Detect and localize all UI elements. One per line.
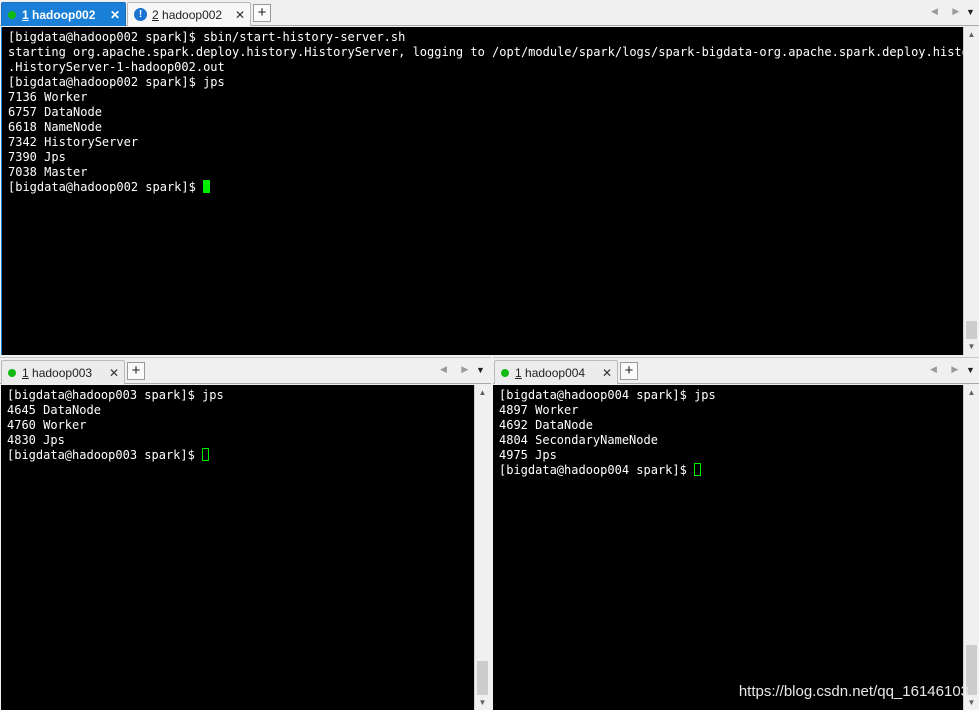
left-vertical-scrollbar[interactable]: ▲ ▼: [474, 385, 490, 710]
tab-label: 2 hadoop002: [152, 7, 223, 22]
tab-scroll-arrows[interactable]: ◀ ▶: [440, 364, 474, 375]
left-tab-bar: 1 hadoop003 ✕ + ◀ ▶ ▼: [0, 358, 491, 384]
terminal-hadoop003[interactable]: [bigdata@hadoop003 spark]$ jps 4645 Data…: [1, 385, 474, 710]
terminal-line: 4645 DataNode: [7, 403, 101, 417]
close-tab-icon[interactable]: ✕: [233, 8, 247, 22]
terminal-prompt: [bigdata@hadoop003 spark]$: [7, 448, 203, 462]
info-warning-icon: !: [134, 8, 147, 21]
terminal-cursor: [694, 463, 702, 476]
tab-hadoop002-2[interactable]: ! 2 hadoop002 ✕: [127, 2, 251, 26]
right-vertical-scrollbar[interactable]: ▲ ▼: [963, 385, 979, 710]
terminal-prompt: [bigdata@hadoop004 spark]$: [499, 463, 695, 477]
right-pane: 1 hadoop004 ✕ + ◀ ▶ ▼ [bigdata@hadoop004…: [493, 357, 979, 710]
terminal-line: [bigdata@hadoop004 spark]$ jps: [499, 388, 716, 402]
terminal-line: [bigdata@hadoop002 spark]$ jps: [8, 75, 225, 89]
terminal-line: 4897 Worker: [499, 403, 579, 417]
tab-label: 1 hadoop003: [22, 365, 93, 380]
terminal-line: 4760 Worker: [7, 418, 87, 432]
terminal-cursor: [203, 180, 211, 193]
tab-menu-chevron-icon[interactable]: ▼: [966, 7, 975, 17]
right-tab-bar: 1 hadoop004 ✕ + ◀ ▶ ▼: [493, 358, 979, 384]
tab-hadoop004[interactable]: 1 hadoop004 ✕: [494, 360, 618, 384]
tab-scroll-arrows[interactable]: ◀ ▶: [931, 6, 965, 17]
terminal-output: [bigdata@hadoop003 spark]$ jps 4645 Data…: [1, 385, 474, 463]
tab-scroll-arrows[interactable]: ◀ ▶: [930, 364, 964, 375]
top-pane: 1 hadoop002 ✕ ! 2 hadoop002 ✕ + ◀ ▶ ▼ [b…: [0, 0, 979, 356]
close-tab-icon[interactable]: ✕: [600, 366, 614, 380]
close-tab-icon[interactable]: ✕: [107, 366, 121, 380]
top-tab-bar: 1 hadoop002 ✕ ! 2 hadoop002 ✕ + ◀ ▶ ▼: [0, 0, 979, 26]
watermark: https://blog.csdn.net/qq_16146103: [738, 683, 969, 700]
terminal-hadoop004[interactable]: [bigdata@hadoop004 spark]$ jps 4897 Work…: [493, 385, 963, 710]
connected-status-icon: [8, 10, 16, 19]
tab-label: 1 hadoop004: [515, 365, 586, 380]
add-tab-button[interactable]: +: [253, 4, 271, 22]
terminal-hadoop002[interactable]: [bigdata@hadoop002 spark]$ sbin/start-hi…: [1, 27, 963, 355]
scroll-down-icon[interactable]: ▼: [964, 339, 979, 355]
scroll-up-icon[interactable]: ▲: [964, 27, 979, 43]
terminal-line: 7136 Worker: [8, 90, 88, 104]
terminal-line: 7390 Jps: [8, 150, 66, 164]
top-vertical-scrollbar[interactable]: ▲ ▼: [963, 27, 979, 355]
scroll-thumb[interactable]: [477, 661, 488, 695]
terminal-line: starting org.apache.spark.deploy.history…: [8, 45, 963, 59]
connected-status-icon: [8, 368, 16, 377]
tab-menu-chevron-icon[interactable]: ▼: [966, 365, 975, 375]
scroll-down-icon[interactable]: ▼: [475, 695, 490, 710]
terminal-output: [bigdata@hadoop004 spark]$ jps 4897 Work…: [493, 385, 963, 478]
terminal-line: 4830 Jps: [7, 433, 65, 447]
terminal-output: [bigdata@hadoop002 spark]$ sbin/start-hi…: [2, 27, 963, 195]
terminal-line: 6618 NameNode: [8, 120, 102, 134]
scroll-up-icon[interactable]: ▲: [475, 385, 490, 401]
add-tab-button[interactable]: +: [620, 362, 638, 380]
terminal-line: [bigdata@hadoop003 spark]$ jps: [7, 388, 224, 402]
terminal-cursor: [202, 448, 210, 461]
scroll-up-icon[interactable]: ▲: [964, 385, 979, 401]
tab-hadoop002-1[interactable]: 1 hadoop002 ✕: [1, 2, 126, 26]
terminal-line: .HistoryServer-1-hadoop002.out: [8, 60, 225, 74]
terminal-line: 7342 HistoryServer: [8, 135, 139, 149]
terminal-line: 4804 SecondaryNameNode: [499, 433, 658, 447]
scroll-thumb[interactable]: [966, 321, 977, 339]
close-tab-icon[interactable]: ✕: [108, 8, 122, 22]
terminal-prompt: [bigdata@hadoop002 spark]$: [8, 180, 204, 194]
terminal-line: [bigdata@hadoop002 spark]$ sbin/start-hi…: [8, 30, 406, 44]
tab-menu-chevron-icon[interactable]: ▼: [476, 365, 485, 375]
terminal-line: 6757 DataNode: [8, 105, 102, 119]
tab-hadoop003[interactable]: 1 hadoop003 ✕: [1, 360, 125, 384]
add-tab-button[interactable]: +: [127, 362, 145, 380]
tab-label: 1 hadoop002: [22, 7, 96, 22]
connected-status-icon: [501, 368, 509, 377]
left-pane: 1 hadoop003 ✕ + ◀ ▶ ▼ [bigdata@hadoop003…: [0, 357, 491, 710]
terminal-line: 7038 Master: [8, 165, 88, 179]
terminal-line: 4692 DataNode: [499, 418, 593, 432]
terminal-line: 4975 Jps: [499, 448, 557, 462]
